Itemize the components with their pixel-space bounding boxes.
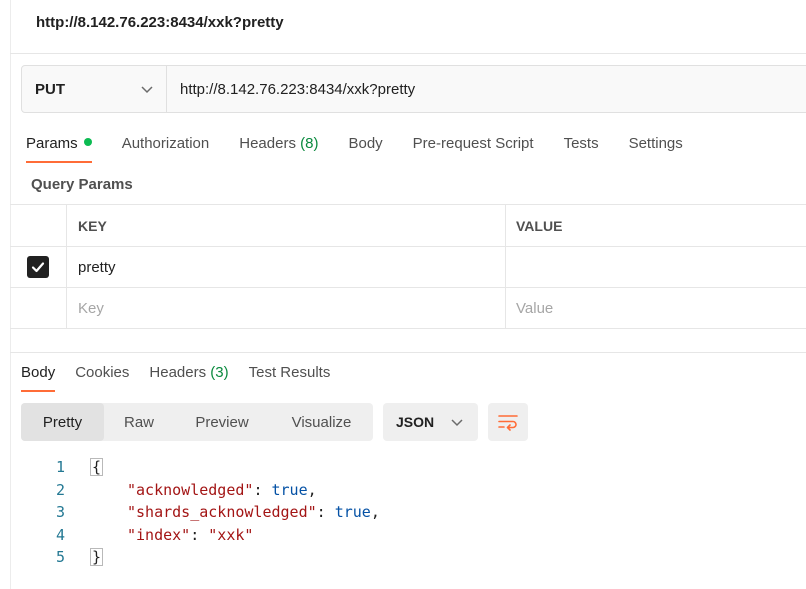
request-tabs: Params Authorization Headers (8) Body Pr… (26, 135, 713, 163)
format-label: JSON (396, 414, 435, 430)
tab-authorization[interactable]: Authorization (122, 135, 210, 163)
tab-response-headers-label: Headers (149, 364, 207, 381)
table-row: pretty (10, 247, 806, 288)
row-check-cell (10, 247, 67, 287)
tab-headers-label: Headers (239, 135, 296, 152)
query-params-title: Query Params (31, 176, 133, 193)
new-key-input[interactable]: Key (67, 288, 506, 328)
line-number: 1 (55, 458, 65, 477)
tab-settings[interactable]: Settings (629, 135, 683, 163)
title-divider (10, 53, 806, 54)
json-comma: , (370, 503, 380, 522)
header-check-cell (10, 205, 67, 246)
line-number: 2 (55, 480, 65, 499)
tab-body[interactable]: Body (348, 135, 382, 163)
json-value: true (271, 480, 308, 499)
json-close-brace: } (90, 548, 104, 567)
json-colon: : (316, 503, 335, 522)
json-value: "xxk" (208, 525, 254, 544)
column-header-value: VALUE (516, 217, 563, 234)
response-divider (10, 352, 806, 353)
checkmark-icon (31, 262, 45, 273)
param-value-cell[interactable] (506, 247, 806, 287)
code-line: 2 "acknowledged": true, (40, 479, 380, 502)
url-input[interactable]: http://8.142.76.223:8434/xxk?pretty (167, 81, 415, 98)
view-visualize-button[interactable]: Visualize (270, 403, 373, 441)
json-comma: , (307, 480, 317, 499)
response-tabs: Body Cookies Headers (3) Test Results (21, 364, 350, 392)
response-body-code[interactable]: 1{ 2 "acknowledged": true, 3 "shards_ackno… (40, 456, 380, 569)
wrap-lines-icon (498, 415, 518, 431)
tab-test-results[interactable]: Test Results (249, 364, 331, 392)
tab-response-body[interactable]: Body (21, 364, 56, 392)
tab-prerequest-script[interactable]: Pre-request Script (413, 135, 534, 163)
new-row-check-cell (10, 288, 67, 328)
wrap-lines-button[interactable] (488, 403, 528, 441)
tab-params-label: Params (26, 135, 78, 152)
view-mode-group: Pretty Raw Preview Visualize (21, 403, 373, 441)
param-key-cell[interactable]: pretty (67, 247, 506, 287)
tab-headers[interactable]: Headers (8) (239, 135, 318, 163)
format-select[interactable]: JSON (383, 403, 478, 441)
json-colon: : (190, 525, 209, 544)
table-row-new: Key Value (10, 288, 806, 329)
request-title[interactable]: http://8.142.76.223:8434/xxk?pretty (36, 14, 284, 31)
json-colon: : (253, 480, 272, 499)
line-number: 3 (55, 503, 65, 522)
json-open-brace: { (90, 458, 104, 477)
tab-params[interactable]: Params (26, 135, 92, 163)
tab-response-headers-count: (3) (210, 364, 229, 381)
method-label: PUT (35, 80, 65, 98)
new-value-input[interactable]: Value (506, 288, 806, 328)
request-bar: PUT http://8.142.76.223:8434/xxk?pretty (21, 65, 806, 113)
line-number: 5 (55, 548, 65, 567)
tab-headers-count: (8) (300, 135, 319, 152)
query-params-table: KEY VALUE pretty Key Value (10, 204, 806, 329)
params-active-dot-icon (83, 138, 92, 146)
view-raw-button[interactable]: Raw (104, 403, 174, 441)
table-header-row: KEY VALUE (10, 205, 806, 247)
line-number: 4 (55, 525, 65, 544)
tab-response-headers[interactable]: Headers (3) (149, 364, 228, 392)
code-line: 4 "index": "xxk" (40, 524, 380, 547)
json-key: "acknowledged" (127, 480, 254, 499)
param-checkbox[interactable] (27, 256, 49, 278)
code-line: 5} (40, 546, 380, 569)
code-line: 3 "shards_acknowledged": true, (40, 501, 380, 524)
tab-cookies[interactable]: Cookies (75, 364, 129, 392)
chevron-down-icon (140, 82, 154, 96)
method-select[interactable]: PUT (22, 66, 167, 112)
code-line: 1{ (40, 456, 380, 479)
json-key: "shards_acknowledged" (127, 503, 317, 522)
column-header-key: KEY (67, 205, 506, 246)
view-pretty-button[interactable]: Pretty (21, 403, 104, 441)
chevron-down-icon (450, 415, 464, 429)
tab-tests[interactable]: Tests (564, 135, 599, 163)
json-key: "index" (127, 525, 191, 544)
view-preview-button[interactable]: Preview (174, 403, 270, 441)
json-value: true (334, 503, 371, 522)
